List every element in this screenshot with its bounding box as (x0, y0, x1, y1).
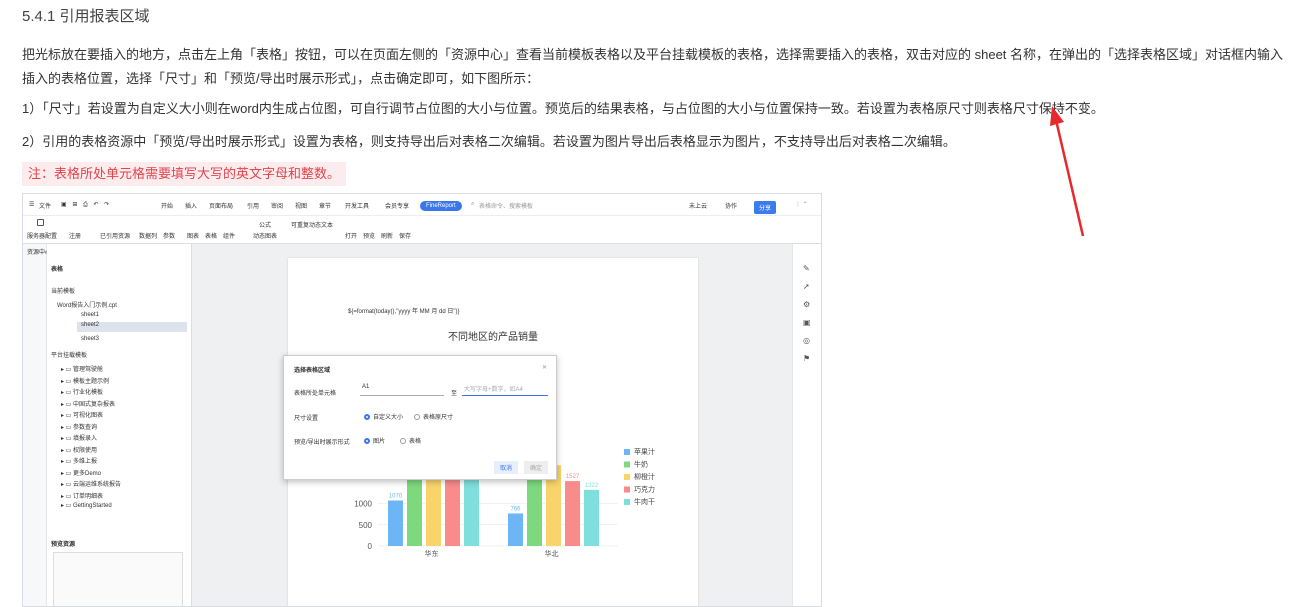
red-arrow-annotation (1050, 106, 1085, 237)
